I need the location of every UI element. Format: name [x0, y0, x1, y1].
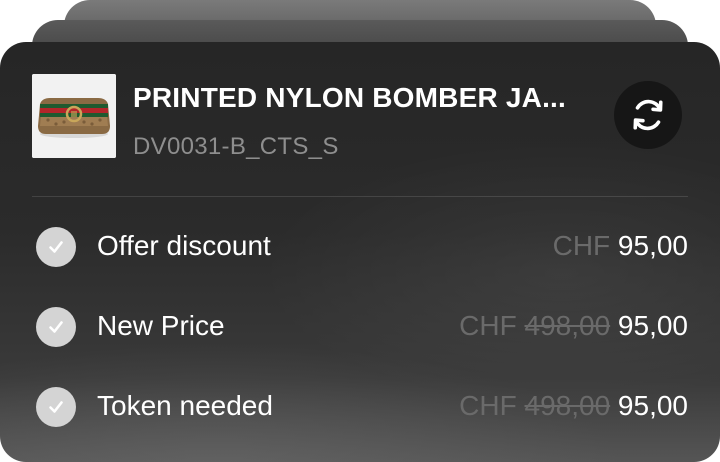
- option-price: CHF 498,00 95,00: [459, 310, 688, 342]
- product-card: PRINTED NYLON BOMBER JA... DV0031-B_CTS_…: [0, 42, 720, 462]
- option-label: New Price: [97, 310, 225, 341]
- new-price-checkbox[interactable]: [36, 307, 76, 347]
- price-new: 95,00: [617, 310, 688, 341]
- price-new: 95,00: [617, 230, 688, 261]
- handbag-icon: [32, 74, 116, 158]
- refresh-icon: [633, 99, 663, 131]
- option-label: Offer discount: [97, 230, 271, 261]
- product-card-stack: PRINTED NYLON BOMBER JA... DV0031-B_CTS_…: [0, 0, 720, 462]
- product-name: PRINTED NYLON BOMBER JA...: [133, 82, 567, 113]
- refresh-button[interactable]: [614, 81, 682, 149]
- option-row-token-needed[interactable]: Token needed CHF 498,00 95,00: [32, 384, 688, 430]
- checkmark-icon: [49, 321, 63, 333]
- option-price: CHF 95,00: [553, 230, 688, 262]
- product-thumbnail: [32, 74, 116, 158]
- option-price: CHF 498,00 95,00: [459, 390, 688, 422]
- product-sku: DV0031-B_CTS_S: [133, 133, 339, 160]
- offer-discount-checkbox[interactable]: [36, 227, 76, 267]
- option-label: Token needed: [97, 390, 273, 421]
- token-needed-checkbox[interactable]: [36, 387, 76, 427]
- price-old: 498,00: [524, 390, 611, 421]
- checkmark-icon: [49, 241, 63, 253]
- price-currency: CHF: [552, 230, 611, 261]
- price-currency: CHF: [459, 390, 517, 421]
- option-row-offer-discount[interactable]: Offer discount CHF 95,00: [32, 224, 688, 270]
- price-new: 95,00: [617, 390, 688, 421]
- option-row-new-price[interactable]: New Price CHF 498,00 95,00: [32, 304, 688, 350]
- price-old: 498,00: [524, 310, 611, 341]
- checkmark-icon: [49, 401, 63, 413]
- price-currency: CHF: [459, 310, 517, 341]
- divider: [32, 196, 688, 197]
